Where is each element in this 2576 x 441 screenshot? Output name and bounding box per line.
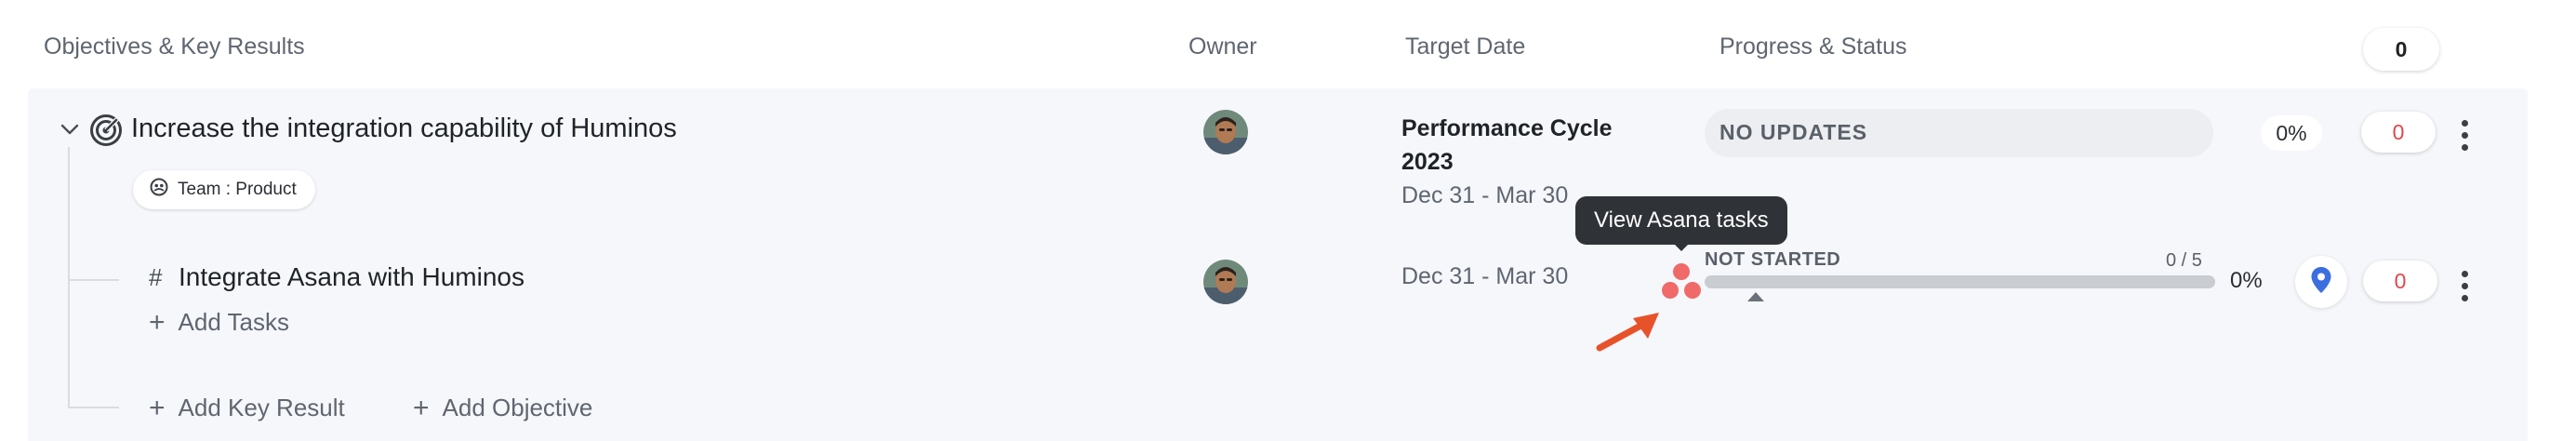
team-tag-label: Team : Product [178, 180, 297, 199]
objective-progress-percent: 0% [2261, 115, 2322, 151]
objective-title[interactable]: Increase the integration capability of H… [131, 114, 677, 144]
avatar[interactable] [1203, 260, 1248, 304]
hash-icon: # [149, 263, 163, 291]
col-header-target-date: Target Date [1405, 33, 1526, 60]
objective-comment-count[interactable]: 0 [2361, 112, 2436, 153]
add-objective-label: Add Objective [442, 394, 593, 421]
team-tag[interactable]: Team : Product [133, 170, 315, 209]
chevron-down-icon[interactable] [60, 119, 80, 144]
add-tasks-link[interactable]: + Add Tasks [149, 308, 289, 337]
key-result-task-count: 0 / 5 [2166, 250, 2202, 271]
key-result-progress-bar[interactable] [1705, 275, 2215, 288]
col-header-progress-status: Progress & Status [1720, 33, 1907, 60]
tree-line-branch-kr [68, 279, 119, 281]
key-result-more-kebab-icon[interactable] [2460, 271, 2469, 301]
add-key-result-label: Add Key Result [178, 394, 345, 421]
tooltip: View Asana tasks [1575, 196, 1787, 245]
key-result-progress-percent: 0% [2230, 268, 2263, 293]
key-result-date-range: Dec 31 - Mar 30 [1401, 263, 1569, 289]
progress-marker-icon [1747, 292, 1764, 301]
tooltip-arrow [1674, 244, 1689, 251]
add-tasks-label: Add Tasks [178, 308, 290, 336]
target-icon [89, 114, 123, 152]
avatar[interactable] [1203, 110, 1248, 154]
tree-line-branch-footer [68, 407, 119, 408]
col-header-objectives: Objectives & Key Results [44, 33, 305, 60]
cycle-year: 2023 [1401, 149, 1454, 175]
performance-cycle: Performance Cycle 2023 [1401, 112, 1662, 179]
plus-icon: + [149, 392, 166, 423]
plus-icon: + [413, 392, 430, 423]
cycle-name: Performance Cycle [1401, 115, 1613, 141]
col-header-owner: Owner [1188, 33, 1257, 60]
key-result-comment-count[interactable]: 0 [2363, 261, 2437, 301]
key-result-title[interactable]: Integrate Asana with Huminos [179, 262, 524, 292]
asana-logo-icon[interactable] [1660, 261, 1703, 308]
objective-date-range: Dec 31 - Mar 30 [1401, 182, 1569, 208]
team-icon [150, 178, 168, 202]
objective-more-kebab-icon[interactable] [2460, 120, 2469, 151]
objective-status: NO UPDATES [1720, 120, 1868, 144]
add-objective-button[interactable]: + Add Objective [413, 394, 592, 422]
plus-icon: + [149, 306, 166, 338]
add-key-result-button[interactable]: + Add Key Result [149, 394, 345, 422]
header-count-badge[interactable]: 0 [2363, 28, 2439, 71]
location-pin-icon [2310, 266, 2332, 299]
key-result-status: NOT STARTED [1705, 249, 1841, 270]
annotation-arrow-icon [1592, 307, 1666, 358]
tree-line-vertical [68, 147, 70, 408]
location-pin-button[interactable] [2295, 256, 2347, 308]
